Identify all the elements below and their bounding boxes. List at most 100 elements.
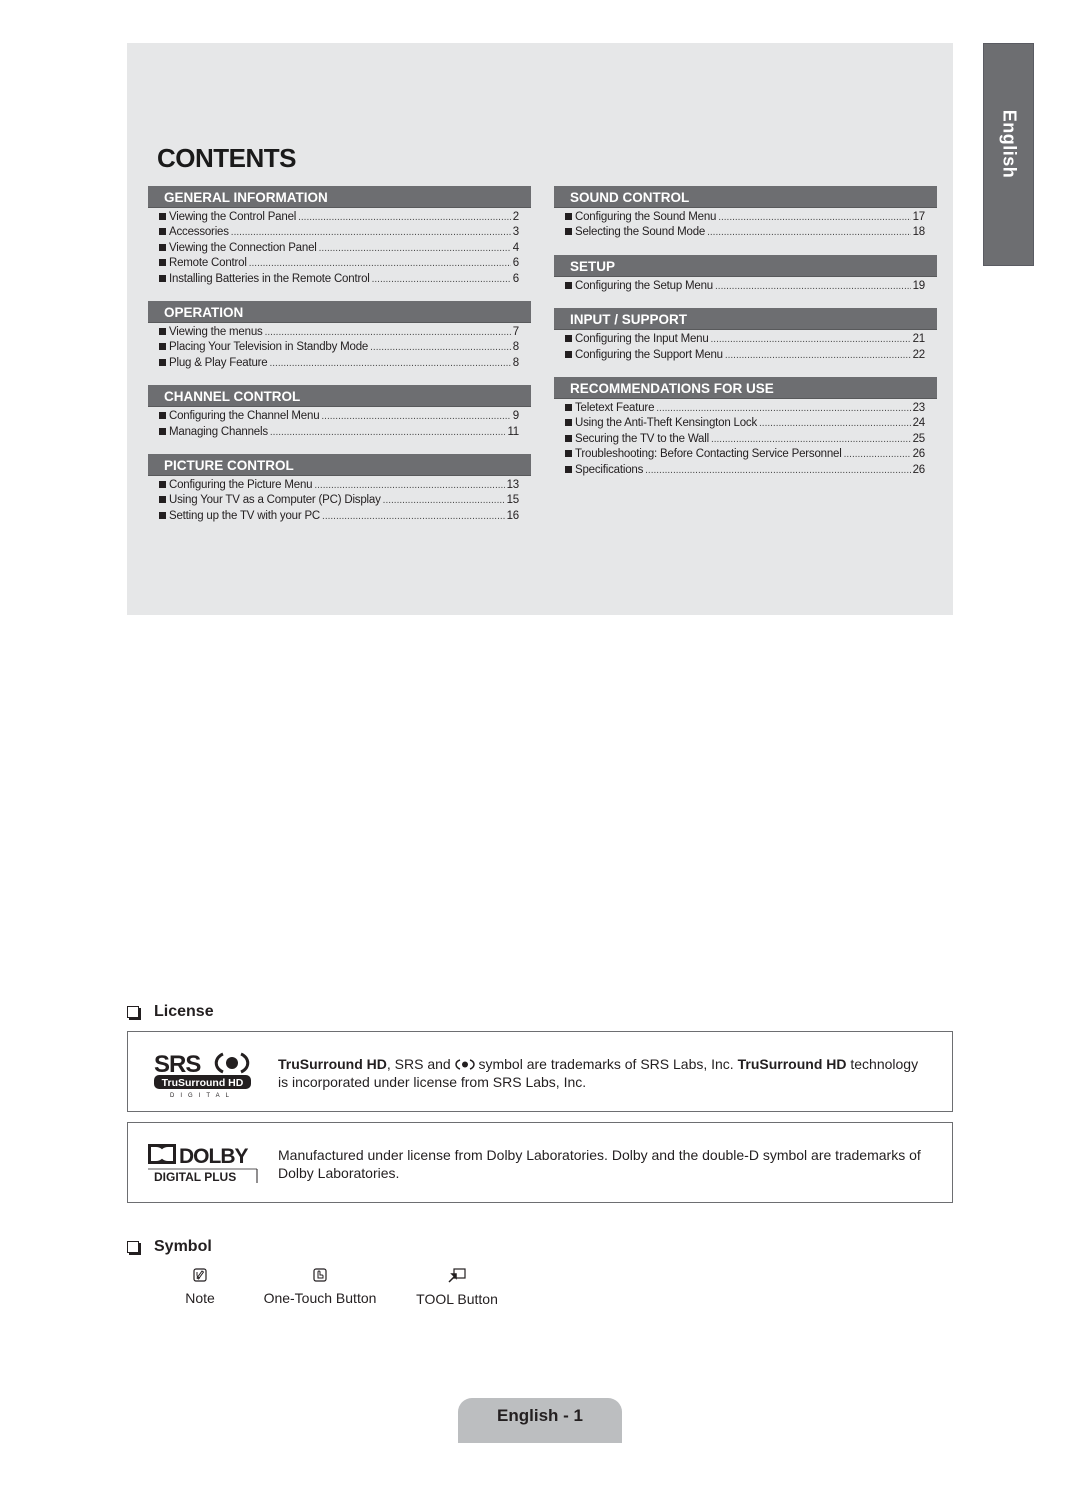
toc-entry[interactable]: Configuring the Input Menu 21 — [565, 332, 925, 347]
toc-section: RECOMMENDATIONS FOR USE Teletext Feature 2… — [554, 377, 937, 478]
toc-entry-title: Configuring the Setup Menu — [575, 279, 714, 292]
toc-entry-page: 18 — [912, 226, 926, 239]
toc-entry-page: 19 — [912, 279, 926, 292]
toc-entry-title: Securing the TV to the Wall — [575, 432, 709, 445]
dot-leader — [314, 478, 504, 493]
checkbox-bullet-icon — [127, 1006, 139, 1018]
toc-section-header: SETUP — [554, 254, 937, 277]
dot-leader — [322, 509, 505, 524]
square-bullet-icon — [565, 465, 572, 473]
toc-section: OPERATIONViewing the menus7Placing Your … — [148, 301, 531, 371]
toc-entry[interactable]: Specifications 26 — [565, 463, 925, 478]
square-bullet-icon — [159, 328, 166, 336]
dot-leader — [759, 416, 911, 431]
toc-entry-list: Configuring the Sound Menu 17 Selecting th… — [554, 208, 937, 241]
toc-section: SETUP Configuring the Setup Menu 19 — [554, 254, 937, 294]
toc-entry[interactable]: Placing Your Television in Standby Mode 8 — [159, 340, 519, 355]
toc-entry-title: Configuring the Support Menu — [575, 348, 723, 361]
square-bullet-icon — [565, 350, 572, 358]
toc-entry[interactable]: Using the Anti-Theft Kensington Lock 24 — [565, 416, 925, 431]
toc-entry[interactable]: Installing Batteries in the Remote Contr… — [159, 272, 519, 287]
toc-entry-title: Remote Control — [169, 257, 247, 270]
toc-section: INPUT / SUPPORT Configuring the Input Men… — [554, 308, 937, 363]
toc-entry-page: 8 — [512, 341, 519, 354]
dot-leader — [707, 225, 910, 240]
dot-leader — [265, 325, 511, 340]
square-bullet-icon — [159, 511, 166, 519]
toc-entry-title: Specifications — [575, 463, 644, 476]
toc-entry-page: 24 — [912, 417, 926, 430]
toc-entry[interactable]: Configuring the Support Menu 22 — [565, 348, 925, 363]
toc-entry-page: 11 — [507, 425, 519, 438]
toc-entry-page: 9 — [512, 410, 519, 423]
square-bullet-icon — [565, 228, 572, 236]
toc-entry[interactable]: Viewing the menus 7 — [159, 325, 519, 340]
contents-right-column: SOUND CONTROL Configuring the Sound Menu 1… — [554, 186, 937, 492]
square-bullet-icon — [565, 419, 572, 427]
toc-entry[interactable]: Viewing the Connection Panel 4 — [159, 241, 519, 256]
note-icon — [193, 1268, 207, 1282]
toc-entry[interactable]: Accessories 3 — [159, 225, 519, 240]
language-tab-label: English — [999, 109, 1019, 179]
dot-leader — [656, 401, 910, 416]
symbol-tool-label: TOOL Button — [416, 1291, 498, 1307]
language-tab[interactable]: English — [983, 43, 1034, 266]
dot-leader — [321, 409, 510, 424]
contents-left-column: GENERAL INFORMATION Viewing the Control P… — [148, 186, 531, 538]
toc-entry-list: Teletext Feature23Using the Anti-Theft K… — [554, 399, 937, 478]
toc-entry[interactable]: Teletext Feature 23 — [565, 401, 925, 416]
toc-entry-list: Viewing the Control Panel2Accessories3Vi… — [148, 208, 531, 287]
toc-entry[interactable]: Plug & Play Feature 8 — [159, 356, 519, 371]
toc-entry[interactable]: Remote Control 6 — [159, 256, 519, 271]
toc-entry-title: Configuring the Picture Menu — [169, 479, 313, 492]
dolby-logo-text: DOLBY — [179, 1145, 248, 1168]
toc-entry[interactable]: Configuring the Sound Menu 17 — [565, 210, 925, 225]
square-bullet-icon — [159, 412, 166, 420]
toc-entry-list: Configuring the Setup Menu 19 — [554, 277, 937, 294]
dot-leader — [383, 493, 505, 508]
toc-entry[interactable]: Securing the TV to the Wall 25 — [565, 432, 925, 447]
srs-text-part: symbol are trademarks of SRS Labs, Inc. — [474, 1056, 738, 1072]
toc-section: GENERAL INFORMATION Viewing the Control P… — [148, 186, 531, 287]
srs-bold-term: TruSurround HD — [278, 1056, 387, 1072]
toc-entry[interactable]: Managing Channels 11 — [159, 425, 519, 440]
toc-entry-page: 25 — [912, 432, 926, 445]
srs-bold-term: TruSurround HD — [737, 1056, 847, 1072]
toc-entry-list: Viewing the menus7Placing Your Televisio… — [148, 323, 531, 371]
toc-entry[interactable]: Troubleshooting: Before Contacting Servi… — [565, 447, 925, 462]
toc-entry-title: Selecting the Sound Mode — [575, 226, 706, 239]
toc-entry-title: Troubleshooting: Before Contacting Servi… — [575, 448, 842, 461]
square-bullet-icon — [159, 481, 166, 489]
contents-panel: CONTENTS GENERAL INFORMATION Viewing the … — [127, 43, 953, 615]
toc-section-header: SOUND CONTROL — [554, 186, 937, 208]
dolby-logo-sub: DIGITAL PLUS — [154, 1170, 236, 1184]
dot-leader — [718, 210, 910, 225]
toc-entry-title: Viewing the Control Panel — [169, 211, 297, 223]
toc-section-header: INPUT / SUPPORT — [554, 308, 937, 331]
symbol-note-label: Note — [185, 1290, 215, 1306]
toc-entry-title: Using Your TV as a Computer (PC) Display — [169, 494, 381, 507]
toc-entry-page: 15 — [506, 494, 520, 507]
toc-section-header: GENERAL INFORMATION — [148, 186, 531, 208]
toc-entry[interactable]: Configuring the Channel Menu 9 — [159, 409, 519, 424]
toc-entry[interactable]: Using Your TV as a Computer (PC) Display… — [159, 493, 519, 508]
dolby-logo-icon: DOLBY DIGITAL PLUS — [148, 1144, 258, 1184]
srs-logo-icon: SRS TruSurround HD DIGITAL — [154, 1051, 251, 1098]
symbol-note: Note — [160, 1268, 240, 1306]
toc-entry[interactable]: Selecting the Sound Mode 18 — [565, 225, 925, 240]
toc-section-header: CHANNEL CONTROL — [148, 385, 531, 408]
dot-leader — [370, 340, 511, 355]
toc-entry-page: 13 — [506, 479, 520, 492]
dot-leader — [231, 225, 511, 240]
toc-entry[interactable]: Configuring the Picture Menu 13 — [159, 478, 519, 493]
srs-license-text: TruSurround HD, SRS and symbol are trade… — [278, 1055, 930, 1091]
square-bullet-icon — [159, 243, 166, 251]
page-number-tab: English - 1 — [458, 1398, 622, 1443]
square-bullet-icon — [159, 213, 166, 220]
dot-leader — [319, 241, 511, 256]
toc-entry[interactable]: Viewing the Control Panel 2 — [159, 210, 519, 225]
srs-license-box: SRS TruSurround HD DIGITAL TruSurround H… — [127, 1031, 953, 1112]
toc-entry-page: 8 — [512, 356, 519, 369]
toc-entry[interactable]: Setting up the TV with your PC 16 — [159, 509, 519, 524]
toc-entry[interactable]: Configuring the Setup Menu 19 — [565, 279, 925, 294]
